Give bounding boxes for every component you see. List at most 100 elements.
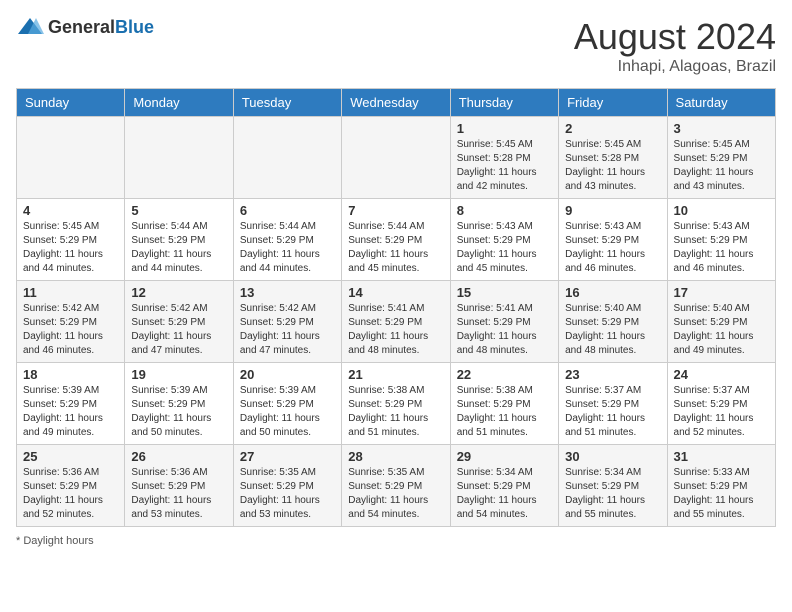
day-number: 8 — [457, 203, 552, 218]
day-number: 21 — [348, 367, 443, 382]
day-info: Sunrise: 5:38 AM Sunset: 5:29 PM Dayligh… — [348, 384, 443, 440]
day-number: 22 — [457, 367, 552, 382]
title-area: August 2024 Inhapi, Alagoas, Brazil — [574, 16, 776, 76]
day-info: Sunrise: 5:35 AM Sunset: 5:29 PM Dayligh… — [348, 466, 443, 522]
day-number: 25 — [23, 449, 118, 464]
day-number: 5 — [131, 203, 226, 218]
day-number: 29 — [457, 449, 552, 464]
logo-general: General — [48, 17, 115, 37]
day-info: Sunrise: 5:44 AM Sunset: 5:29 PM Dayligh… — [131, 220, 226, 276]
main-title: August 2024 — [574, 16, 776, 58]
day-info: Sunrise: 5:40 AM Sunset: 5:29 PM Dayligh… — [674, 302, 769, 358]
calendar-cell: 29 Sunrise: 5:34 AM Sunset: 5:29 PM Dayli… — [450, 445, 558, 527]
day-info: Sunrise: 5:36 AM Sunset: 5:29 PM Dayligh… — [131, 466, 226, 522]
day-number: 26 — [131, 449, 226, 464]
day-info: Sunrise: 5:42 AM Sunset: 5:29 PM Dayligh… — [23, 302, 118, 358]
day-info: Sunrise: 5:44 AM Sunset: 5:29 PM Dayligh… — [348, 220, 443, 276]
day-info: Sunrise: 5:37 AM Sunset: 5:29 PM Dayligh… — [565, 384, 660, 440]
header-day-friday: Friday — [559, 89, 667, 117]
calendar-cell — [233, 117, 341, 199]
header-day-saturday: Saturday — [667, 89, 775, 117]
day-number: 16 — [565, 285, 660, 300]
calendar-cell — [342, 117, 450, 199]
day-info: Sunrise: 5:39 AM Sunset: 5:29 PM Dayligh… — [23, 384, 118, 440]
calendar-cell: 20 Sunrise: 5:39 AM Sunset: 5:29 PM Dayli… — [233, 363, 341, 445]
day-number: 1 — [457, 121, 552, 136]
week-row-1: 1 Sunrise: 5:45 AM Sunset: 5:28 PM Daylig… — [17, 117, 776, 199]
day-number: 19 — [131, 367, 226, 382]
day-info: Sunrise: 5:45 AM Sunset: 5:29 PM Dayligh… — [23, 220, 118, 276]
day-info: Sunrise: 5:43 AM Sunset: 5:29 PM Dayligh… — [674, 220, 769, 276]
footer-note: * Daylight hours — [16, 535, 776, 547]
calendar-cell: 24 Sunrise: 5:37 AM Sunset: 5:29 PM Dayli… — [667, 363, 775, 445]
calendar-cell: 11Sunrise: 5:42 AM Sunset: 5:29 PM Dayli… — [17, 281, 125, 363]
header-row: SundayMondayTuesdayWednesdayThursdayFrid… — [17, 89, 776, 117]
day-info: Sunrise: 5:45 AM Sunset: 5:28 PM Dayligh… — [565, 138, 660, 194]
day-info: Sunrise: 5:39 AM Sunset: 5:29 PM Dayligh… — [240, 384, 335, 440]
header-day-tuesday: Tuesday — [233, 89, 341, 117]
calendar-cell: 23 Sunrise: 5:37 AM Sunset: 5:29 PM Dayli… — [559, 363, 667, 445]
day-number: 27 — [240, 449, 335, 464]
day-number: 4 — [23, 203, 118, 218]
calendar-cell: 7 Sunrise: 5:44 AM Sunset: 5:29 PM Daylig… — [342, 199, 450, 281]
day-info: Sunrise: 5:40 AM Sunset: 5:29 PM Dayligh… — [565, 302, 660, 358]
day-info: Sunrise: 5:43 AM Sunset: 5:29 PM Dayligh… — [565, 220, 660, 276]
week-row-2: 4 Sunrise: 5:45 AM Sunset: 5:29 PM Daylig… — [17, 199, 776, 281]
week-row-5: 25 Sunrise: 5:36 AM Sunset: 5:29 PM Dayli… — [17, 445, 776, 527]
day-info: Sunrise: 5:34 AM Sunset: 5:29 PM Dayligh… — [457, 466, 552, 522]
calendar-cell: 1 Sunrise: 5:45 AM Sunset: 5:28 PM Daylig… — [450, 117, 558, 199]
calendar-cell: 21 Sunrise: 5:38 AM Sunset: 5:29 PM Dayli… — [342, 363, 450, 445]
calendar-cell: 25 Sunrise: 5:36 AM Sunset: 5:29 PM Dayli… — [17, 445, 125, 527]
day-number: 17 — [674, 285, 769, 300]
day-info: Sunrise: 5:34 AM Sunset: 5:29 PM Dayligh… — [565, 466, 660, 522]
day-number: 15 — [457, 285, 552, 300]
calendar-cell: 18 Sunrise: 5:39 AM Sunset: 5:29 PM Dayli… — [17, 363, 125, 445]
day-number: 30 — [565, 449, 660, 464]
calendar-cell: 8 Sunrise: 5:43 AM Sunset: 5:29 PM Daylig… — [450, 199, 558, 281]
day-info: Sunrise: 5:45 AM Sunset: 5:29 PM Dayligh… — [674, 138, 769, 194]
day-info: Sunrise: 5:35 AM Sunset: 5:29 PM Dayligh… — [240, 466, 335, 522]
day-info: Sunrise: 5:43 AM Sunset: 5:29 PM Dayligh… — [457, 220, 552, 276]
calendar-cell: 3 Sunrise: 5:45 AM Sunset: 5:29 PM Daylig… — [667, 117, 775, 199]
day-number: 18 — [23, 367, 118, 382]
day-info: Sunrise: 5:45 AM Sunset: 5:28 PM Dayligh… — [457, 138, 552, 194]
day-number: 6 — [240, 203, 335, 218]
day-number: 7 — [348, 203, 443, 218]
day-number: 13 — [240, 285, 335, 300]
day-number: 12 — [131, 285, 226, 300]
generalblue-logo-icon — [16, 16, 44, 38]
day-number: 14 — [348, 285, 443, 300]
header-day-wednesday: Wednesday — [342, 89, 450, 117]
day-number: 20 — [240, 367, 335, 382]
day-number: 9 — [565, 203, 660, 218]
day-info: Sunrise: 5:44 AM Sunset: 5:29 PM Dayligh… — [240, 220, 335, 276]
calendar-cell: 13Sunrise: 5:42 AM Sunset: 5:29 PM Dayli… — [233, 281, 341, 363]
calendar-cell: 5 Sunrise: 5:44 AM Sunset: 5:29 PM Daylig… — [125, 199, 233, 281]
calendar-cell — [125, 117, 233, 199]
calendar-cell: 4 Sunrise: 5:45 AM Sunset: 5:29 PM Daylig… — [17, 199, 125, 281]
logo-blue: Blue — [115, 17, 154, 37]
header-day-monday: Monday — [125, 89, 233, 117]
day-number: 31 — [674, 449, 769, 464]
calendar-cell: 2Sunrise: 5:45 AM Sunset: 5:28 PM Daylig… — [559, 117, 667, 199]
day-info: Sunrise: 5:37 AM Sunset: 5:29 PM Dayligh… — [674, 384, 769, 440]
calendar-cell: 19 Sunrise: 5:39 AM Sunset: 5:29 PM Dayli… — [125, 363, 233, 445]
day-number: 23 — [565, 367, 660, 382]
calendar-cell: 14Sunrise: 5:41 AM Sunset: 5:29 PM Dayli… — [342, 281, 450, 363]
calendar-cell — [17, 117, 125, 199]
calendar-cell: 22Sunrise: 5:38 AM Sunset: 5:29 PM Dayli… — [450, 363, 558, 445]
calendar-cell: 12 Sunrise: 5:42 AM Sunset: 5:29 PM Dayli… — [125, 281, 233, 363]
subtitle: Inhapi, Alagoas, Brazil — [574, 58, 776, 76]
day-number: 24 — [674, 367, 769, 382]
day-info: Sunrise: 5:36 AM Sunset: 5:29 PM Dayligh… — [23, 466, 118, 522]
calendar-table: SundayMondayTuesdayWednesdayThursdayFrid… — [16, 88, 776, 527]
calendar-cell: 30 Sunrise: 5:34 AM Sunset: 5:29 PM Dayli… — [559, 445, 667, 527]
header-day-sunday: Sunday — [17, 89, 125, 117]
day-number: 3 — [674, 121, 769, 136]
day-info: Sunrise: 5:39 AM Sunset: 5:29 PM Dayligh… — [131, 384, 226, 440]
calendar-cell: 10Sunrise: 5:43 AM Sunset: 5:29 PM Dayli… — [667, 199, 775, 281]
day-info: Sunrise: 5:41 AM Sunset: 5:29 PM Dayligh… — [457, 302, 552, 358]
day-info: Sunrise: 5:42 AM Sunset: 5:29 PM Dayligh… — [131, 302, 226, 358]
logo-text: GeneralBlue — [48, 17, 154, 38]
logo: GeneralBlue — [16, 16, 154, 38]
